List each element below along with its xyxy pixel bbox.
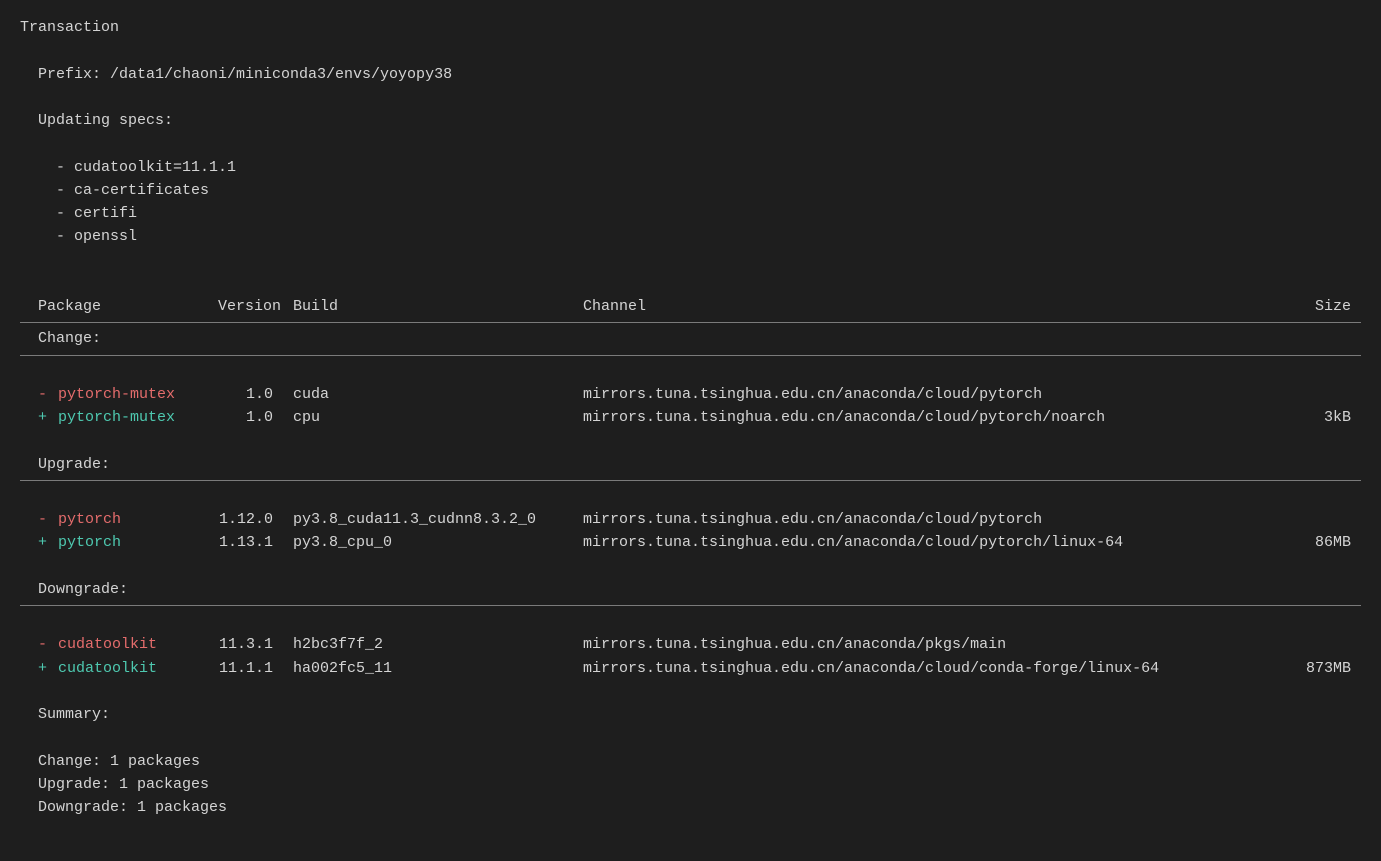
package-channel: mirrors.tuna.tsinghua.edu.cn/anaconda/cl… [583, 406, 1243, 429]
transaction-label: Transaction [20, 16, 1361, 39]
header-size: Size [1243, 295, 1361, 318]
package-build: ha002fc5_11 [293, 657, 583, 680]
package-size [1243, 633, 1361, 656]
summary-label: Summary: [20, 703, 1361, 726]
package-version: 1.13.1 [218, 531, 293, 554]
section-downgrade-label: Downgrade: [20, 578, 1361, 601]
remove-sign: - [38, 383, 58, 406]
terminal-output: Transaction Prefix: /data1/chaoni/minico… [0, 0, 1381, 835]
header-channel: Channel [583, 295, 1243, 318]
package-build: py3.8_cpu_0 [293, 531, 583, 554]
divider [20, 605, 1361, 606]
spec-item: - ca-certificates [38, 179, 1361, 202]
package-channel: mirrors.tuna.tsinghua.edu.cn/anaconda/cl… [583, 531, 1243, 554]
table-row: - cudatoolkit 11.3.1 h2bc3f7f_2 mirrors.… [20, 633, 1361, 656]
package-name: pytorch [58, 508, 218, 531]
add-sign: + [38, 657, 58, 680]
package-version: 1.12.0 [218, 508, 293, 531]
header-package: Package [38, 295, 218, 318]
header-version: Version [218, 295, 293, 318]
package-version: 11.1.1 [218, 657, 293, 680]
summary-line: Downgrade: 1 packages [20, 796, 1361, 819]
remove-sign: - [38, 508, 58, 531]
spec-item: - openssl [38, 225, 1361, 248]
package-channel: mirrors.tuna.tsinghua.edu.cn/anaconda/cl… [583, 657, 1243, 680]
add-sign: + [38, 406, 58, 429]
add-sign: + [38, 531, 58, 554]
summary-line: Change: 1 packages [20, 750, 1361, 773]
package-name: pytorch-mutex [58, 406, 218, 429]
package-size [1243, 383, 1361, 406]
prefix-line: Prefix: /data1/chaoni/miniconda3/envs/yo… [20, 63, 1361, 86]
package-version: 1.0 [218, 383, 293, 406]
divider [20, 480, 1361, 481]
section-upgrade-label: Upgrade: [20, 453, 1361, 476]
divider [20, 355, 1361, 356]
package-name: pytorch-mutex [58, 383, 218, 406]
table-row: + pytorch-mutex 1.0 cpu mirrors.tuna.tsi… [20, 406, 1361, 429]
package-name: cudatoolkit [58, 657, 218, 680]
package-size: 3kB [1243, 406, 1361, 429]
package-size [1243, 508, 1361, 531]
package-build: cpu [293, 406, 583, 429]
package-version: 11.3.1 [218, 633, 293, 656]
package-version: 1.0 [218, 406, 293, 429]
table-row: + pytorch 1.13.1 py3.8_cpu_0 mirrors.tun… [20, 531, 1361, 554]
package-channel: mirrors.tuna.tsinghua.edu.cn/anaconda/cl… [583, 508, 1243, 531]
updating-specs-label: Updating specs: [20, 109, 1361, 132]
package-name: cudatoolkit [58, 633, 218, 656]
package-channel: mirrors.tuna.tsinghua.edu.cn/anaconda/pk… [583, 633, 1243, 656]
divider [20, 322, 1361, 323]
package-size: 86MB [1243, 531, 1361, 554]
package-size: 873MB [1243, 657, 1361, 680]
remove-sign: - [38, 633, 58, 656]
spec-item: - certifi [38, 202, 1361, 225]
table-row: - pytorch-mutex 1.0 cuda mirrors.tuna.ts… [20, 383, 1361, 406]
table-row: - pytorch 1.12.0 py3.8_cuda11.3_cudnn8.3… [20, 508, 1361, 531]
package-build: h2bc3f7f_2 [293, 633, 583, 656]
header-build: Build [293, 295, 583, 318]
table-header: Package Version Build Channel Size [20, 295, 1361, 318]
package-name: pytorch [58, 531, 218, 554]
section-change-label: Change: [20, 327, 1361, 350]
package-build: cuda [293, 383, 583, 406]
package-channel: mirrors.tuna.tsinghua.edu.cn/anaconda/cl… [583, 383, 1243, 406]
summary-line: Upgrade: 1 packages [20, 773, 1361, 796]
spec-item: - cudatoolkit=11.1.1 [38, 156, 1361, 179]
package-build: py3.8_cuda11.3_cudnn8.3.2_0 [293, 508, 583, 531]
table-row: + cudatoolkit 11.1.1 ha002fc5_11 mirrors… [20, 657, 1361, 680]
